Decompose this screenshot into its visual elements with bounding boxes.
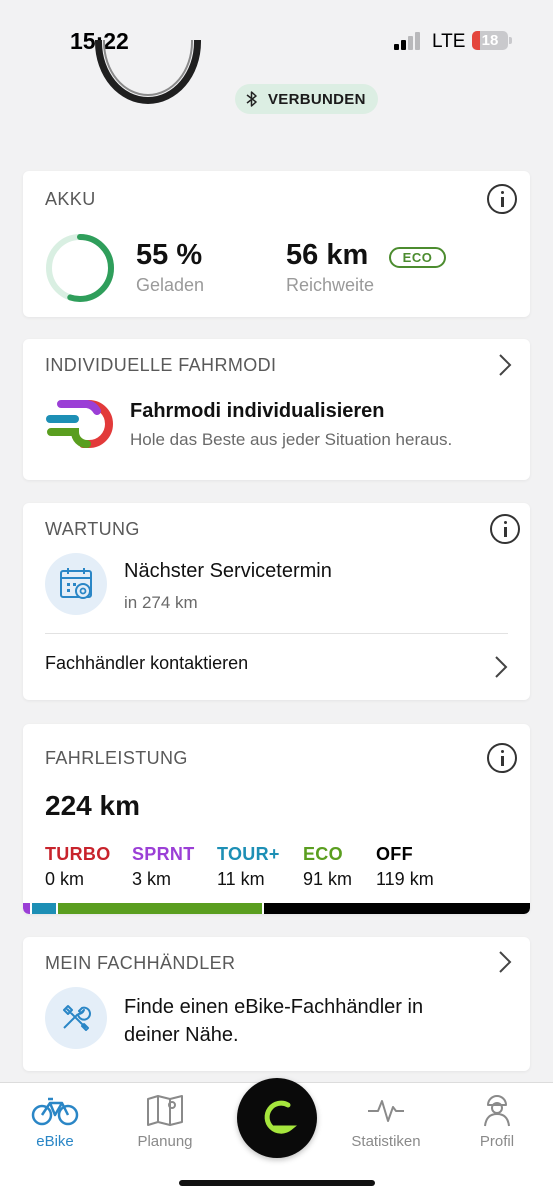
map-icon — [147, 1095, 183, 1126]
tab-label: Planung — [137, 1133, 193, 1150]
ride-modes-logo-icon — [46, 400, 113, 448]
dealer-text: Finde einen eBike-Fachhändler in deiner … — [124, 996, 424, 1046]
home-indicator — [179, 1180, 375, 1186]
info-icon[interactable] — [487, 184, 517, 214]
mode-distance: 3 km — [132, 869, 172, 889]
bike-image — [95, 40, 201, 110]
mode-tour: TOUR+ 11 km — [217, 844, 280, 890]
ride-modes-card[interactable]: INDIVIDUELLE FAHRMODI Fahrmodi individua… — [23, 339, 530, 480]
card-title: AKKU — [45, 189, 96, 209]
ride-modes-title: Fahrmodi individualisieren — [130, 400, 385, 422]
charge-label: Geladen — [136, 275, 205, 295]
mode-name: ECO — [303, 844, 343, 864]
ride-start-button[interactable] — [237, 1078, 317, 1158]
battery-icon: 18 — [472, 31, 508, 50]
mode-distribution-bar — [23, 903, 530, 914]
range-label: Reichweite — [286, 275, 375, 295]
activity-icon — [368, 1100, 404, 1122]
mode-name: TOUR+ — [217, 844, 280, 864]
mileage-card: FAHRLEISTUNG 224 km TURBO 0 km SPRNT 3 k… — [23, 724, 530, 914]
distribution-segment-tour — [31, 903, 57, 914]
bluetooth-icon — [246, 91, 257, 107]
mode-distance: 119 km — [376, 869, 434, 889]
battery-cap — [509, 37, 512, 44]
profile-icon — [484, 1095, 510, 1127]
mode-badge: ECO — [389, 247, 446, 268]
tools-icon — [63, 1005, 91, 1031]
calendar-gear-icon — [60, 568, 92, 599]
tab-profil[interactable]: Profil — [447, 1083, 547, 1150]
mode-name: OFF — [376, 844, 413, 864]
mode-name: SPRNT — [132, 844, 195, 864]
charge-value: 55 % — [136, 239, 203, 271]
contact-dealer-link[interactable]: Fachhändler kontaktieren — [45, 653, 248, 674]
tab-ebike[interactable]: eBike — [5, 1083, 105, 1150]
tab-label: eBike — [36, 1133, 74, 1150]
chevron-right-icon[interactable] — [497, 352, 513, 378]
mode-name: TURBO — [45, 844, 111, 864]
tab-label: Profil — [479, 1133, 515, 1150]
card-title: FAHRLEISTUNG — [45, 748, 188, 768]
ride-modes-subtitle: Hole das Beste aus jeder Situation herau… — [130, 430, 453, 449]
mode-distance: 0 km — [45, 869, 85, 889]
distribution-segment-eco — [58, 903, 262, 914]
service-icon-badge — [45, 553, 107, 615]
card-title: MEIN FACHHÄNDLER — [45, 953, 236, 973]
dealer-icon-badge — [45, 987, 107, 1049]
range-value: 56 km — [286, 239, 369, 271]
card-title: INDIVIDUELLE FAHRMODI — [45, 355, 277, 375]
battery-level: 18 — [481, 32, 499, 49]
distribution-segment-off — [263, 903, 530, 914]
info-icon[interactable] — [487, 743, 517, 773]
chevron-right-icon[interactable] — [497, 949, 513, 975]
distribution-segment-sprnt — [23, 903, 30, 914]
info-icon[interactable] — [490, 514, 520, 544]
mode-turbo: TURBO 0 km — [45, 844, 111, 890]
tab-statistiken[interactable]: Statistiken — [336, 1083, 436, 1150]
status-bar: 15:22 LTE 18 — [0, 0, 553, 80]
battery-ring — [46, 234, 114, 302]
service-title: Nächster Servicetermin — [124, 560, 332, 582]
service-subtitle: in 274 km — [124, 593, 198, 612]
mode-off: OFF 119 km — [376, 844, 434, 890]
divider — [45, 633, 508, 634]
network-type: LTE — [432, 31, 466, 52]
connection-status: VERBUNDEN — [268, 90, 366, 108]
mode-distance: 91 km — [303, 869, 353, 889]
mode-sprnt: SPRNT 3 km — [132, 844, 195, 890]
card-title: WARTUNG — [45, 519, 140, 539]
brand-c-icon — [264, 1100, 298, 1134]
maintenance-card: WARTUNG Nächster Servicetermin in 274 km… — [23, 503, 530, 700]
bike-icon — [31, 1097, 79, 1126]
tab-planung[interactable]: Planung — [115, 1083, 215, 1150]
battery-card: AKKU 55 % Geladen 56 km ECO Reichweite — [23, 171, 530, 317]
signal-icon — [394, 32, 424, 50]
mode-eco: ECO 91 km — [303, 844, 352, 890]
connection-badge: VERBUNDEN — [235, 84, 378, 114]
mode-distance: 11 km — [217, 869, 265, 889]
dealer-card[interactable]: MEIN FACHHÄNDLER Finde einen eBike-Fachh… — [23, 937, 530, 1071]
tab-label: Statistiken — [351, 1133, 421, 1150]
chevron-right-icon[interactable] — [493, 654, 509, 680]
total-distance: 224 km — [45, 790, 140, 821]
